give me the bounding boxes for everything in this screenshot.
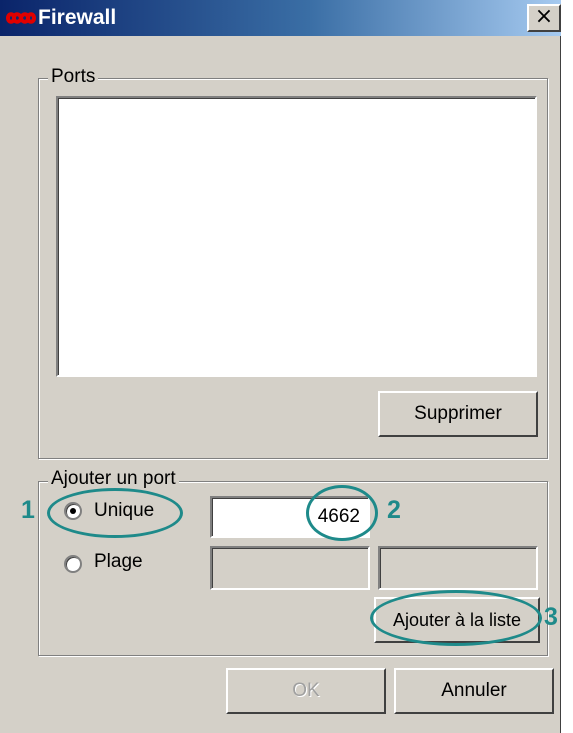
close-button[interactable]: × bbox=[527, 4, 561, 32]
range-from-input[interactable] bbox=[210, 546, 370, 590]
step-3-highlight bbox=[370, 590, 542, 646]
infinity-icon bbox=[6, 12, 36, 24]
step-3-marker: 3 bbox=[544, 603, 558, 631]
add-port-group-label: Ajouter un port bbox=[48, 468, 179, 490]
range-to-input[interactable] bbox=[378, 546, 538, 590]
range-radio[interactable] bbox=[64, 555, 82, 573]
delete-button[interactable]: Supprimer bbox=[378, 391, 538, 437]
ports-listbox[interactable] bbox=[56, 96, 537, 377]
title-bar[interactable]: Firewall × bbox=[0, 0, 561, 36]
ok-button[interactable]: OK bbox=[226, 668, 386, 714]
cancel-button[interactable]: Annuler bbox=[394, 668, 554, 714]
step-2-highlight bbox=[306, 485, 378, 541]
close-icon: × bbox=[534, 4, 554, 29]
range-label[interactable]: Plage bbox=[94, 551, 143, 573]
ports-group-label: Ports bbox=[48, 66, 99, 88]
step-2-marker: 2 bbox=[387, 496, 401, 524]
step-1-highlight bbox=[47, 488, 183, 538]
step-1-marker: 1 bbox=[21, 496, 35, 524]
window-title: Firewall bbox=[38, 6, 117, 29]
